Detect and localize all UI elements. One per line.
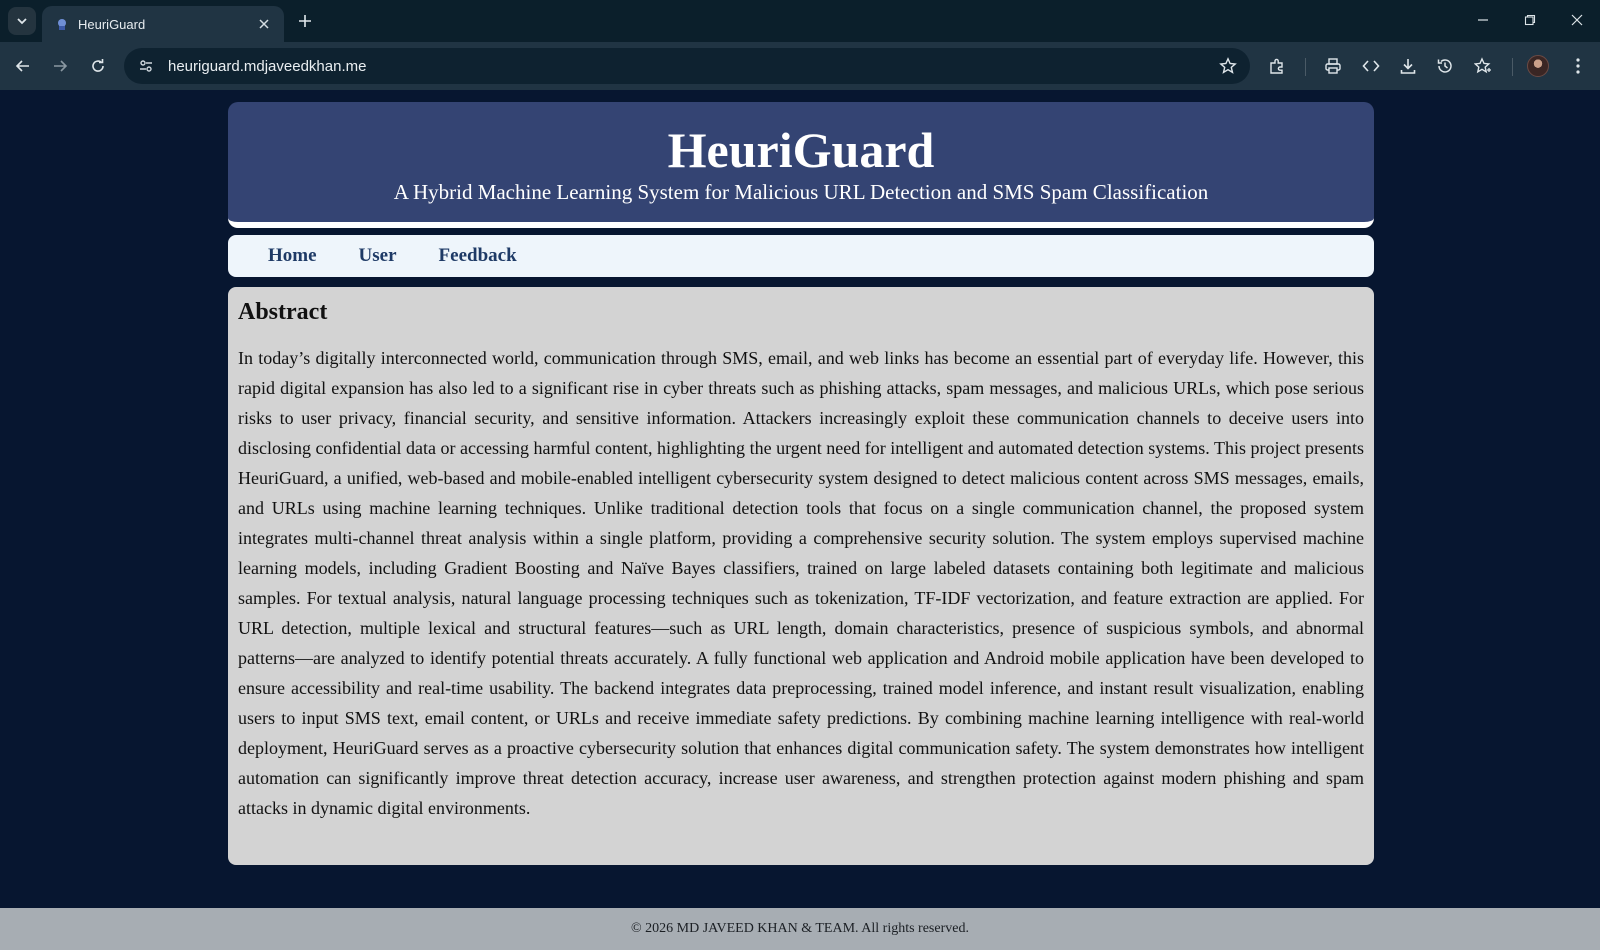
address-bar[interactable]: heuriguard.mdjaveedkhan.me — [124, 48, 1250, 84]
site-subtitle: A Hybrid Machine Learning System for Mal… — [393, 180, 1209, 204]
favicon-icon — [54, 16, 70, 32]
history-icon[interactable] — [1431, 52, 1459, 80]
nav-feedback-link[interactable]: Feedback — [439, 245, 517, 267]
forward-icon[interactable] — [46, 52, 74, 80]
browser-toolbar: heuriguard.mdjaveedkhan.me — [0, 42, 1600, 90]
abstract-heading: Abstract — [238, 299, 328, 325]
tab-title: HeuriGuard — [78, 16, 146, 32]
site-info-icon[interactable] — [134, 54, 158, 78]
bookmark-star-icon[interactable] — [1214, 52, 1242, 80]
page-viewport: HeuriGuard A Hybrid Machine Learning Sys… — [0, 90, 1600, 950]
nav-home-link[interactable]: Home — [268, 245, 317, 267]
browser-tab-bar: HeuriGuard — [0, 0, 1600, 42]
menu-dots-icon[interactable] — [1564, 52, 1592, 80]
copyright-text: © 2026 MD JAVEED KHAN & TEAM. All rights… — [631, 921, 969, 936]
site-footer: © 2026 MD JAVEED KHAN & TEAM. All rights… — [0, 908, 1600, 950]
close-window-icon[interactable] — [1553, 0, 1600, 40]
extensions-icon[interactable] — [1263, 52, 1291, 80]
close-icon[interactable] — [254, 14, 274, 34]
code-icon[interactable] — [1357, 52, 1385, 80]
abstract-section: Abstract In today’s digitally interconne… — [228, 287, 1374, 865]
toolbar-separator — [1305, 58, 1306, 76]
browser-tab[interactable]: HeuriGuard — [42, 6, 284, 42]
favorites-icon[interactable] — [1469, 52, 1497, 80]
download-icon[interactable] — [1394, 52, 1422, 80]
minimize-icon[interactable] — [1459, 0, 1506, 40]
back-icon[interactable] — [9, 52, 37, 80]
site-header: HeuriGuard A Hybrid Machine Learning Sys… — [228, 102, 1374, 228]
url-text[interactable]: heuriguard.mdjaveedkhan.me — [168, 58, 1214, 75]
site-title: HeuriGuard — [667, 122, 935, 178]
profile-avatar[interactable] — [1527, 55, 1549, 77]
restore-icon[interactable] — [1506, 0, 1553, 40]
print-icon[interactable] — [1319, 52, 1347, 80]
window-controls — [1459, 0, 1600, 42]
plus-icon[interactable] — [293, 9, 317, 33]
abstract-body: In today’s digitally interconnected worl… — [238, 348, 1364, 818]
toolbar-separator — [1512, 58, 1513, 76]
nav-user-link[interactable]: User — [359, 245, 397, 267]
tab-search-icon[interactable] — [8, 7, 36, 35]
reload-icon[interactable] — [84, 52, 112, 80]
main-nav: Home User Feedback — [228, 235, 1374, 277]
